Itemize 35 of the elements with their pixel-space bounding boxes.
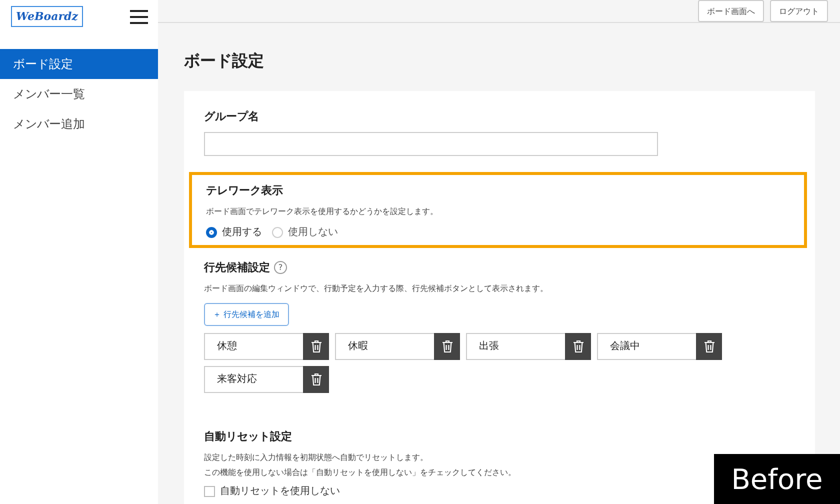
delete-button[interactable]: [565, 333, 591, 360]
header-button[interactable]: ボード画面へ: [698, 0, 764, 22]
section-description: ボード画面の編集ウィンドウで、行動予定を入力する際、行先候補ボタンとして表示されます。: [204, 283, 549, 294]
trash-icon: [310, 340, 322, 353]
help-icon[interactable]: ?: [274, 261, 287, 274]
section-title: テレワーク表示: [206, 183, 284, 198]
radio-label: 使用する: [222, 226, 262, 239]
sidebar-item[interactable]: メンバー一覧: [0, 79, 158, 109]
add-destination-button[interactable]: ＋ 行先候補を追加: [204, 303, 289, 326]
delete-button[interactable]: [434, 333, 460, 360]
corner-label: Before: [714, 454, 840, 504]
section-title: 自動リセット設定: [204, 429, 293, 444]
delete-button[interactable]: [303, 366, 329, 393]
trash-icon: [310, 373, 322, 386]
header-button[interactable]: ログアウト: [770, 0, 828, 22]
menu-icon[interactable]: [130, 10, 148, 24]
trash-icon: [572, 340, 584, 353]
radio-button[interactable]: [206, 226, 217, 238]
section-description: ボード画面でテレワーク表示を使用するかどうかを設定します。: [206, 206, 439, 217]
section-description: 設定した時刻に入力情報を初期状態へ自動でリセットします。: [204, 452, 429, 463]
checkbox[interactable]: [204, 486, 215, 496]
sidebar-item[interactable]: メンバー追加: [0, 109, 158, 139]
sidebar-item[interactable]: ボード設定: [0, 49, 158, 79]
field-label: グループ名: [204, 109, 260, 124]
delete-button[interactable]: [303, 333, 329, 360]
trash-icon: [704, 340, 714, 353]
trash-icon: [442, 340, 452, 353]
checkbox-label: 自動リセットを使用しない: [220, 485, 340, 498]
page-title: ボード設定: [184, 51, 265, 72]
section-title: 行先候補設定: [204, 260, 270, 275]
logo[interactable]: WeBoardz: [11, 6, 83, 27]
group-name-field[interactable]: [204, 132, 658, 156]
delete-button[interactable]: [696, 333, 722, 360]
section-description: この機能を使用しない場合は「自動リセットを使用しない」をチェックしてください。: [204, 467, 517, 478]
radio-label: 使用しない: [288, 226, 338, 239]
